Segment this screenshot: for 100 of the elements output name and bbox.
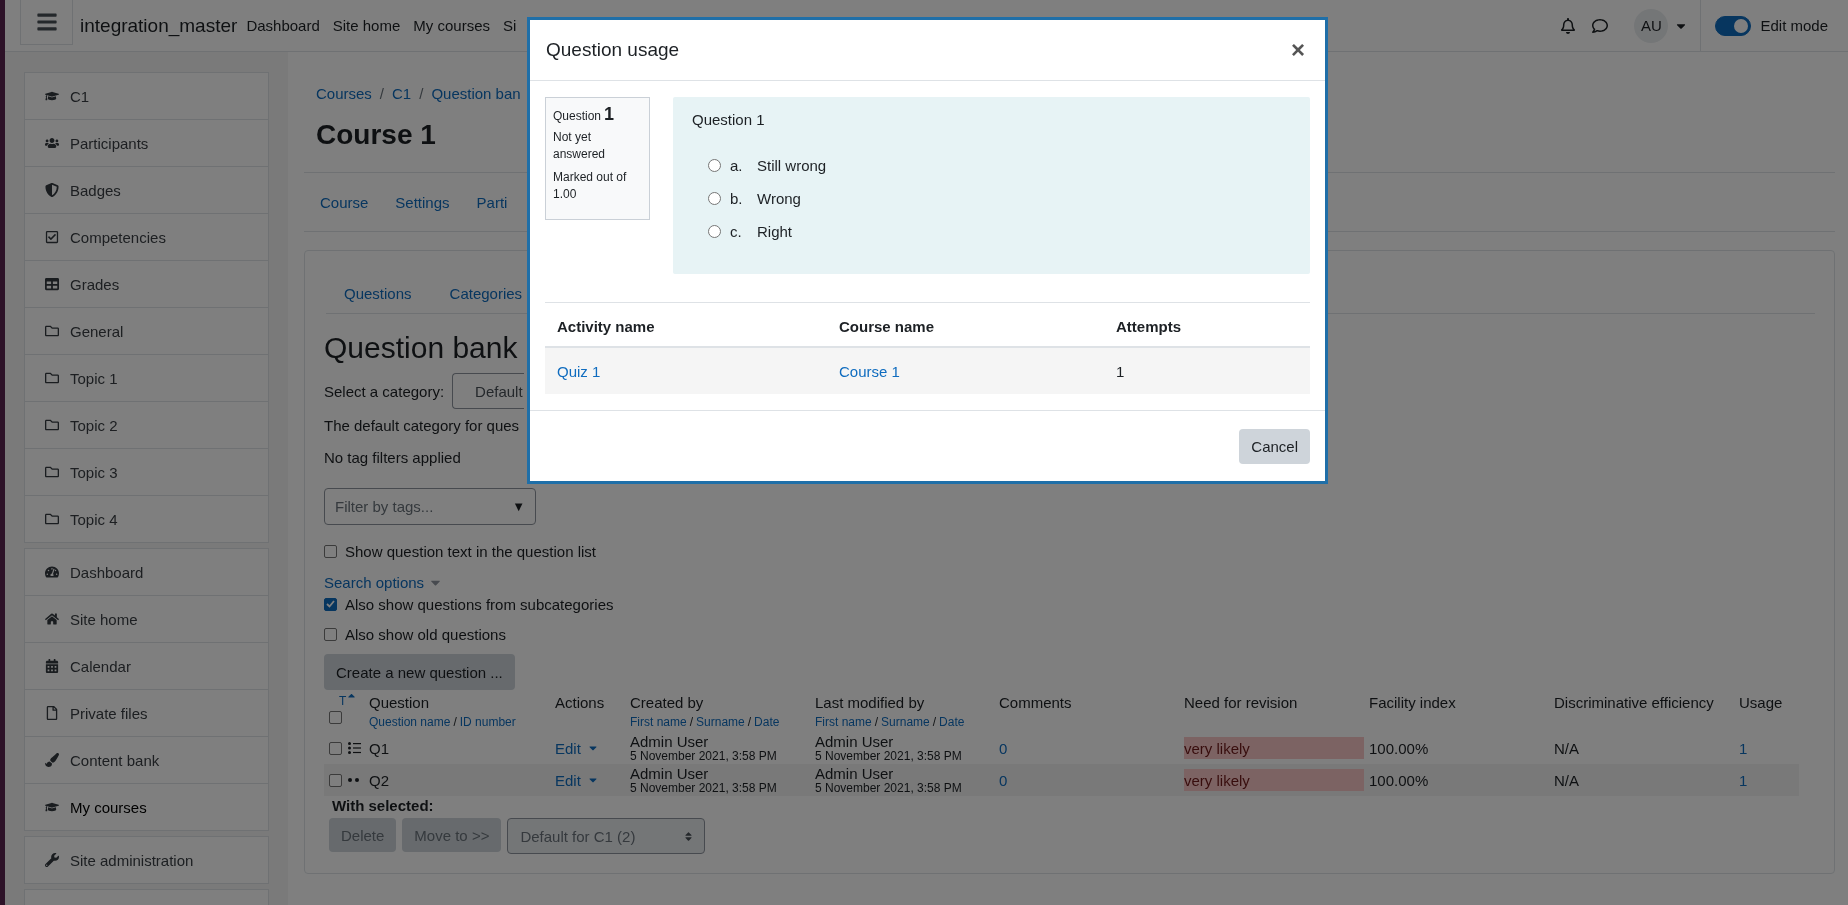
column-header[interactable]: Created by <box>630 694 815 711</box>
option-letter: b. <box>730 190 744 207</box>
row-checkbox[interactable] <box>329 773 342 787</box>
sidebar-item[interactable]: Badges <box>25 167 268 214</box>
facility-index: 100.00% <box>1369 771 1429 789</box>
column-header[interactable]: Usage <box>1739 694 1799 711</box>
bell-icon[interactable] <box>1560 17 1577 34</box>
nav-link[interactable]: Dashboard <box>246 17 320 34</box>
sidebar-item[interactable]: Dashboard <box>25 549 268 596</box>
comments-link[interactable]: 0 <box>999 771 1008 789</box>
sort-link[interactable]: T <box>339 694 347 708</box>
category-select[interactable]: Default <box>452 373 525 409</box>
usage-link[interactable]: 1 <box>1739 739 1748 757</box>
bank-tab[interactable]: Categories <box>449 284 523 302</box>
sidebar-item[interactable]: Site home <box>25 596 268 643</box>
with-selected-label: With selected: <box>332 796 435 816</box>
sidebar-item[interactable]: Private files <box>25 690 268 737</box>
sidebar-item[interactable]: Competencies <box>25 214 268 261</box>
sort-link[interactable]: Question name <box>369 715 451 729</box>
date-text: 5 November 2021, 3:58 PM <box>630 782 777 794</box>
edit-menu-link[interactable]: Edit <box>555 739 599 757</box>
tag-filter-field[interactable]: Filter by tags... ▼ <box>324 488 536 525</box>
nav-link[interactable]: Site home <box>332 17 401 34</box>
sidebar-item[interactable]: Calendar <box>25 643 268 690</box>
usage-link[interactable]: 1 <box>1739 771 1748 789</box>
column-header[interactable]: Discriminative efficiency <box>1554 694 1739 711</box>
sort-link[interactable]: Surname <box>881 715 930 729</box>
gauge-icon <box>45 565 61 579</box>
radio-button[interactable] <box>708 225 721 238</box>
radio-button[interactable] <box>708 192 721 205</box>
sidebar-item[interactable]: Topic 3 <box>25 449 268 496</box>
column-header[interactable]: Comments <box>999 694 1184 711</box>
comments-link[interactable]: 0 <box>999 739 1008 757</box>
radio-button[interactable] <box>708 159 721 172</box>
sort-link[interactable]: Surname <box>696 715 745 729</box>
tag-filter-note: No tag filters applied <box>324 448 461 466</box>
question-name: Q2 <box>369 771 389 789</box>
user-avatar[interactable]: AU <box>1634 8 1669 43</box>
table-icon <box>45 277 61 291</box>
column-header[interactable]: Actions <box>555 694 630 711</box>
folder-icon <box>45 324 61 338</box>
create-question-button[interactable]: Create a new question ... <box>324 654 515 690</box>
attempts-count: 1 <box>1116 362 1125 380</box>
option-text: Wrong <box>757 190 801 207</box>
checkbox[interactable] <box>324 597 337 611</box>
site-name: integration_master <box>80 14 238 37</box>
sort-link[interactable]: Date <box>939 715 965 729</box>
sidebar-item[interactable]: My courses <box>25 784 268 830</box>
sidebar-item[interactable]: Participants <box>25 120 268 167</box>
course-tab[interactable]: Parti <box>476 193 508 211</box>
user-name: Admin User <box>815 766 895 781</box>
sort-separator: / <box>453 715 457 729</box>
activity-link[interactable]: Quiz 1 <box>557 362 601 380</box>
shield-icon <box>45 183 61 197</box>
breadcrumb-link[interactable]: Question ban <box>431 84 521 102</box>
checkbox[interactable] <box>324 627 337 641</box>
sidebar-item[interactable]: Content bank <box>25 737 268 784</box>
sort-separator: / <box>932 715 937 729</box>
dialog-title: Question usage <box>546 39 680 61</box>
breadcrumb-link[interactable]: Courses <box>316 84 372 102</box>
nav-link[interactable]: My courses <box>413 17 490 34</box>
sort-icon <box>683 830 695 842</box>
sidebar-item[interactable]: General <box>25 308 268 355</box>
column-header[interactable]: Need for revision <box>1184 694 1369 711</box>
sidebar-item[interactable]: Site administration <box>25 837 268 883</box>
question-text: Question 1 <box>692 110 766 130</box>
sidebar-item[interactable]: Grades <box>25 261 268 308</box>
search-options-link[interactable]: Search options <box>324 573 425 591</box>
course-tab[interactable]: Settings <box>395 193 450 211</box>
column-header[interactable]: Last modified by <box>815 694 999 711</box>
option-letter: a. <box>730 157 744 174</box>
course-tab[interactable]: Course <box>320 193 369 211</box>
calendar-icon <box>45 659 61 673</box>
sort-link[interactable]: ID number <box>459 715 516 729</box>
folder-icon <box>45 465 61 479</box>
sidebar-item[interactable]: Topic 1 <box>25 355 268 402</box>
sidebar-item[interactable]: Topic 2 <box>25 402 268 449</box>
column-header[interactable]: Question <box>369 694 555 711</box>
row-checkbox[interactable] <box>329 741 342 755</box>
sort-link[interactable]: First name <box>815 715 872 729</box>
sort-link[interactable]: Date <box>754 715 780 729</box>
discrimination-value: N/A <box>1554 771 1579 789</box>
breadcrumb-link[interactable]: C1 <box>392 84 412 102</box>
checkbox[interactable] <box>324 544 337 558</box>
close-button[interactable]: × <box>1287 36 1309 64</box>
sort-link[interactable]: First name <box>630 715 687 729</box>
nav-link[interactable]: Si <box>503 17 517 34</box>
sidebar-item[interactable]: C1 <box>25 73 268 120</box>
question-state: Not yet answered <box>553 129 607 163</box>
course-link[interactable]: Course 1 <box>839 362 900 380</box>
chat-icon[interactable] <box>1592 17 1609 34</box>
edit-mode-switch[interactable] <box>1715 15 1752 36</box>
select-all-checkbox[interactable] <box>329 711 342 724</box>
column-header[interactable]: Facility index <box>1369 694 1554 711</box>
discrimination-value: N/A <box>1554 739 1579 757</box>
sidebar-item[interactable]: Topic 4 <box>25 496 268 542</box>
menu-button[interactable] <box>20 0 73 45</box>
bank-tab[interactable]: Questions <box>344 284 412 302</box>
cancel-button[interactable]: Cancel <box>1239 428 1310 464</box>
users-icon <box>45 136 61 150</box>
